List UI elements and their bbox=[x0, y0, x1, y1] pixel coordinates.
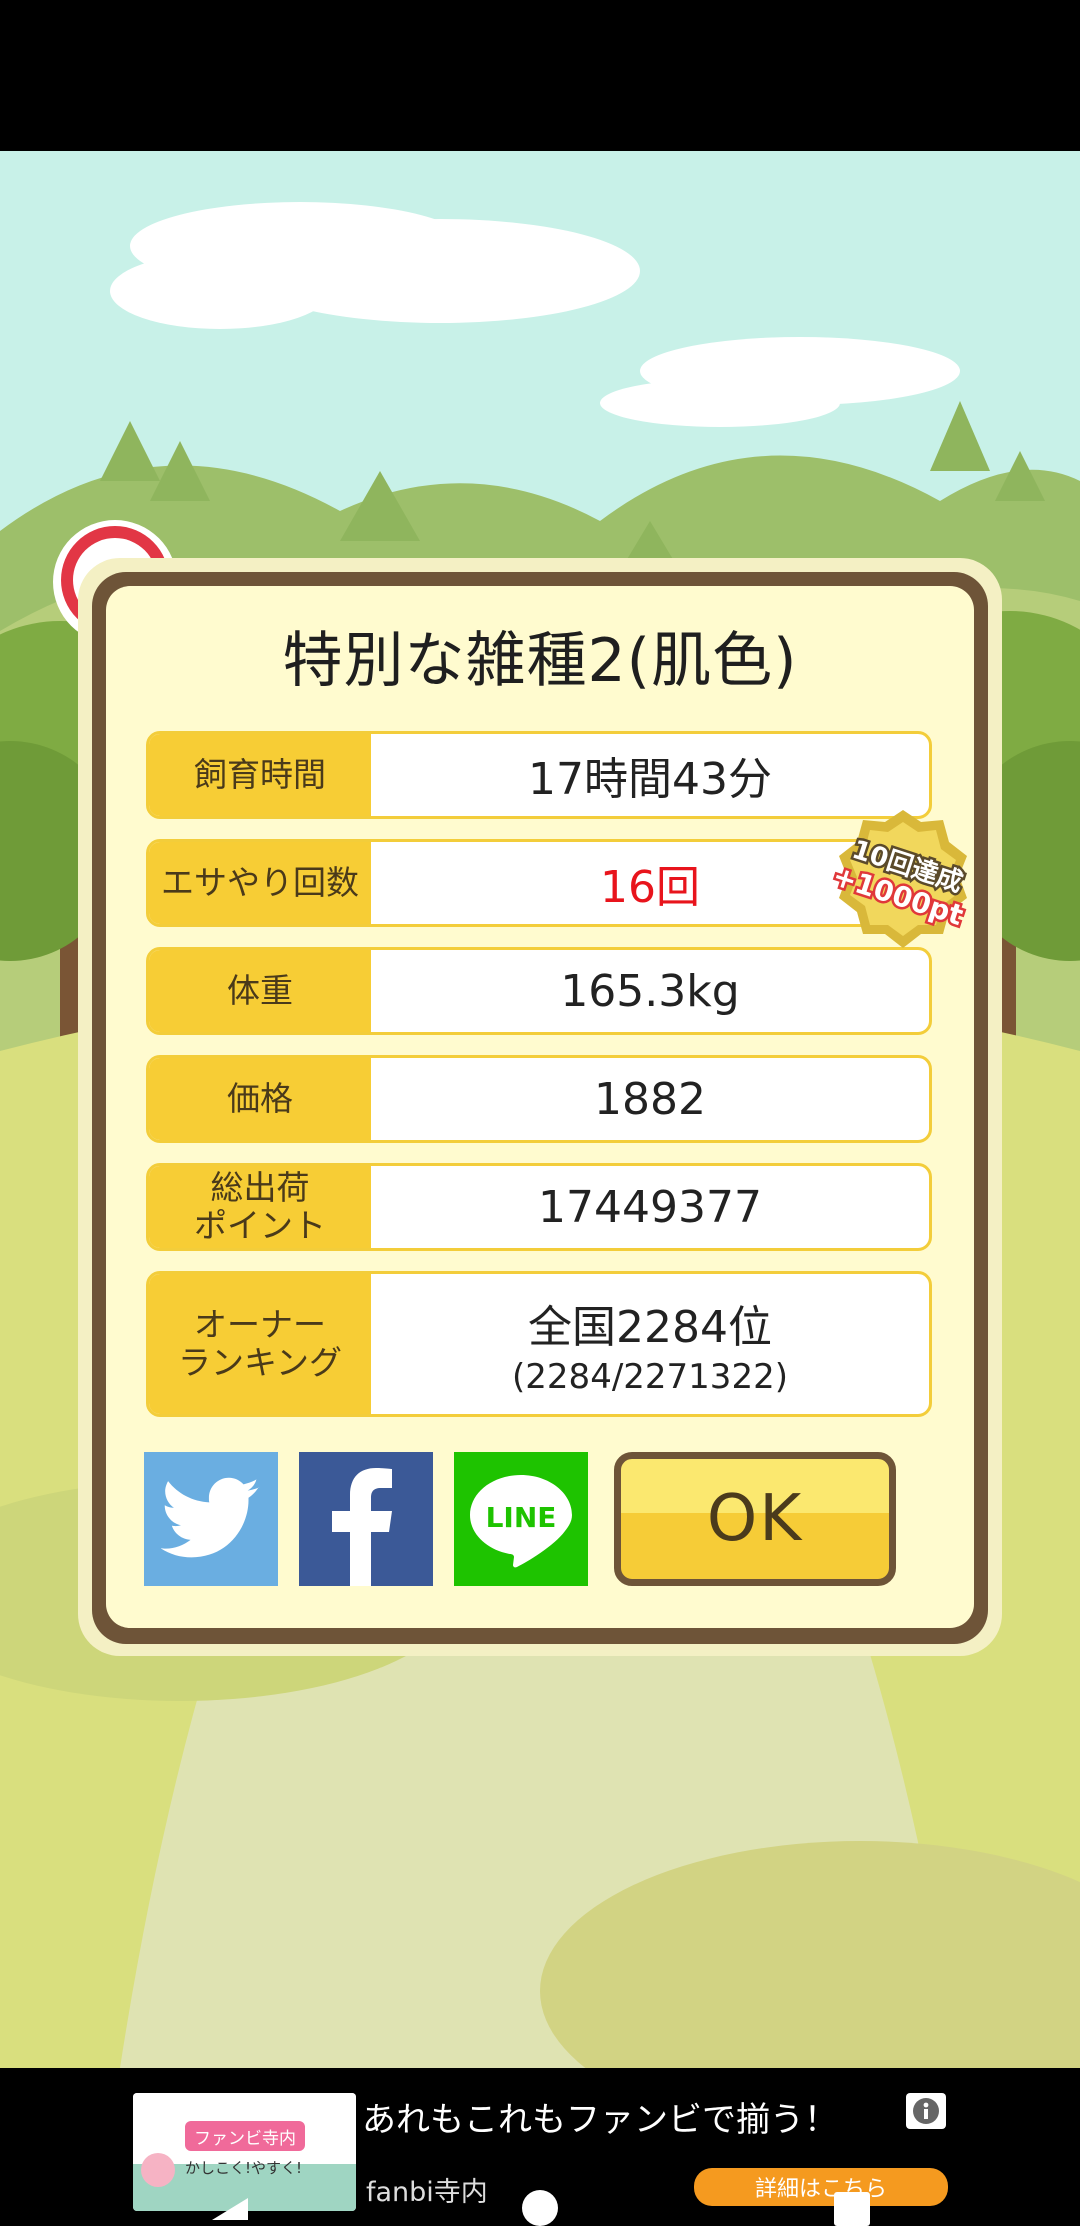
dialog-title: 特別な雑種2(肌色) bbox=[282, 626, 798, 696]
row-owner-ranking: オーナー ランキング 全国2284位 (2284/2271322) bbox=[146, 1271, 932, 1417]
ranking-value: 全国2284位 bbox=[528, 1302, 772, 1353]
ok-button[interactable]: OK bbox=[614, 1452, 896, 1586]
ad-headline[interactable]: あれもこれもファンビで揃う！ bbox=[362, 2092, 838, 2141]
ad-cta-button[interactable]: 詳細はこちら bbox=[694, 2168, 948, 2206]
row-label-line2: ポイント bbox=[194, 1206, 326, 1245]
ad-thumbnail-subtitle: かしこく!やすく! bbox=[185, 2159, 303, 2177]
row-weight: 体重 165.3kg bbox=[146, 947, 932, 1035]
row-label-line2: ランキング bbox=[177, 1343, 342, 1382]
row-label: 体重 bbox=[149, 950, 371, 1032]
twitter-bird-icon bbox=[161, 1477, 260, 1558]
row-value: 17449377 bbox=[538, 1181, 762, 1233]
ad-source: fanbi寺内 bbox=[366, 2177, 488, 2208]
facebook-f-icon bbox=[332, 1468, 392, 1586]
line-logo-icon: LINE bbox=[470, 1475, 572, 1568]
row-value: 1882 bbox=[594, 1073, 706, 1125]
row-label: 総出荷 ポイント bbox=[149, 1166, 371, 1248]
bonus-seal-icon: 10回達成 +1000pt bbox=[818, 800, 988, 960]
row-price: 価格 1882 bbox=[146, 1055, 932, 1143]
line-label: LINE bbox=[486, 1501, 557, 1534]
recent-apps-icon[interactable] bbox=[834, 2192, 870, 2226]
row-label: エサやり回数 bbox=[149, 842, 371, 924]
line-share-button[interactable]: LINE bbox=[454, 1452, 588, 1586]
back-icon[interactable] bbox=[212, 2198, 248, 2220]
row-label-line1: 総出荷 bbox=[210, 1168, 310, 1208]
ad-thumbnail[interactable]: ファンビ寺内 かしこく!やすく! bbox=[133, 2093, 356, 2211]
row-label: オーナー ランキング bbox=[149, 1274, 371, 1414]
ranking-sub-value: (2284/2271322) bbox=[512, 1357, 788, 1397]
home-icon[interactable] bbox=[522, 2190, 558, 2226]
row-value: 全国2284位 (2284/2271322) bbox=[371, 1274, 929, 1414]
row-label: 価格 bbox=[149, 1058, 371, 1140]
row-total-shipment-points: 総出荷 ポイント 17449377 bbox=[146, 1163, 932, 1251]
facebook-share-button[interactable] bbox=[299, 1452, 433, 1586]
row-breeding-time: 飼育時間 17時間43分 bbox=[146, 731, 932, 819]
info-icon[interactable] bbox=[906, 2093, 946, 2129]
row-feed-count: エサやり回数 16回 bbox=[146, 839, 932, 927]
row-value: 165.3kg bbox=[560, 965, 740, 1017]
ad-thumbnail-title: ファンビ寺内 bbox=[185, 2121, 305, 2151]
row-label: 飼育時間 bbox=[149, 734, 371, 816]
ad-product-image bbox=[141, 2153, 175, 2187]
row-label-line1: オーナー bbox=[193, 1305, 326, 1345]
twitter-share-button[interactable] bbox=[144, 1452, 278, 1586]
